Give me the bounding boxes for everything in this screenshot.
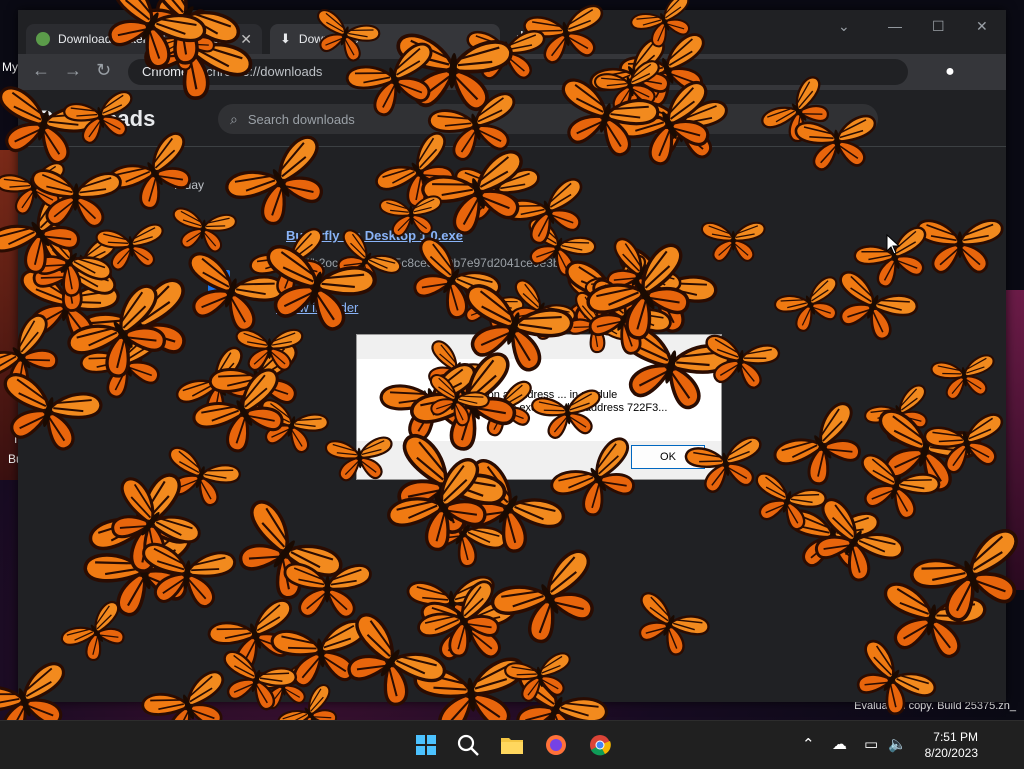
search-icon: ⌕	[230, 110, 238, 127]
mouse-pointer-icon	[886, 234, 901, 255]
back-arrow-icon[interactable]: ←	[32, 60, 50, 81]
reload-icon[interactable]: ↻	[96, 60, 111, 81]
forward-arrow-icon[interactable]: →	[64, 60, 82, 81]
firefox-icon[interactable]	[544, 733, 568, 757]
window-close-icon[interactable]: ✕	[976, 18, 988, 35]
omnibox-url: chrome://downloads	[206, 64, 323, 79]
chevron-up-icon[interactable]: ⌃	[802, 735, 815, 753]
network-icon[interactable]: ▭	[864, 735, 878, 753]
browser-toolbar: ← → ↻ Chrome | chrome://downloads ●	[18, 54, 1006, 90]
error-dialog: Access violation at address ... in modul…	[356, 334, 722, 480]
tab-title: Download Butterfly On Desktop	[58, 32, 226, 46]
downloads-header: Downloads ⌕ Search downloads	[18, 90, 1006, 147]
search-icon[interactable]	[456, 733, 480, 757]
ok-button[interactable]: OK	[631, 445, 705, 469]
cloud-offline-icon[interactable]: ☁	[832, 735, 847, 753]
omnibox-chip: Chrome	[142, 64, 189, 79]
date-label: Today	[172, 178, 205, 192]
download-icon: ⬇	[280, 31, 291, 46]
desktop-wallpaper-right	[1004, 290, 1024, 590]
file-icon	[208, 270, 230, 292]
new-tab-button[interactable]: +	[516, 26, 528, 49]
close-icon[interactable]: ✕	[472, 31, 490, 48]
start-icon[interactable]	[414, 733, 438, 757]
search-placeholder: Search downloads	[247, 111, 355, 127]
clock-time: 7:51 PM	[933, 730, 978, 744]
minimize-icon[interactable]: —	[888, 18, 902, 34]
download-item: Today Butterfly On Desktop 1.0.exe https…	[168, 160, 888, 350]
address-bar[interactable]: Chrome | chrome://downloads	[128, 59, 908, 85]
maximize-icon[interactable]: ☐	[932, 18, 945, 35]
desktop-icon-label[interactable]: I	[14, 432, 17, 446]
error-message-line: Access violation at address ... in modul…	[421, 389, 618, 401]
site-favicon-icon	[36, 32, 50, 46]
chrome-icon[interactable]	[588, 733, 612, 757]
profile-icon[interactable]: ●	[940, 62, 960, 82]
system-clock[interactable]: 7:51 PM 8/20/2023	[925, 729, 978, 761]
error-message-line: ButterflyOnDesktop.exe. Read of address …	[421, 402, 668, 414]
desktop-wallpaper-left	[0, 150, 18, 480]
show-in-folder-link[interactable]: Show in folder	[276, 300, 358, 315]
error-message: Access violation at address ... in modul…	[421, 389, 711, 415]
tab-butterfly-download[interactable]: Download Butterfly On Desktop ✕	[26, 24, 262, 54]
tab-strip: Download Butterfly On Desktop ✕ ⬇ Downlo…	[18, 10, 1006, 54]
close-icon[interactable]: ✕	[234, 31, 252, 48]
tab-title: Downloads	[298, 32, 359, 46]
clock-date: 8/20/2023	[924, 746, 978, 760]
page-title: Downloads	[38, 106, 156, 131]
taskbar: ⌃ ☁ ▭ 🔈 7:51 PM 8/20/2023	[0, 720, 1024, 769]
tab-downloads[interactable]: ⬇ Downloads ✕	[270, 24, 500, 54]
chevron-down-icon[interactable]: ⌄	[838, 18, 850, 35]
volume-icon[interactable]: 🔈	[888, 735, 907, 753]
desktop-icon-label[interactable]: My	[2, 60, 18, 74]
download-source-url: https://h2ocdn.../32/2a5c8ce3a59b7e97d20…	[276, 256, 577, 270]
search-input[interactable]: ⌕ Search downloads	[218, 104, 878, 134]
dialog-body: Access violation at address ... in modul…	[357, 359, 721, 441]
file-explorer-icon[interactable]	[500, 733, 524, 757]
download-file-link[interactable]: Butterfly On Desktop 1.0.exe	[286, 228, 463, 243]
